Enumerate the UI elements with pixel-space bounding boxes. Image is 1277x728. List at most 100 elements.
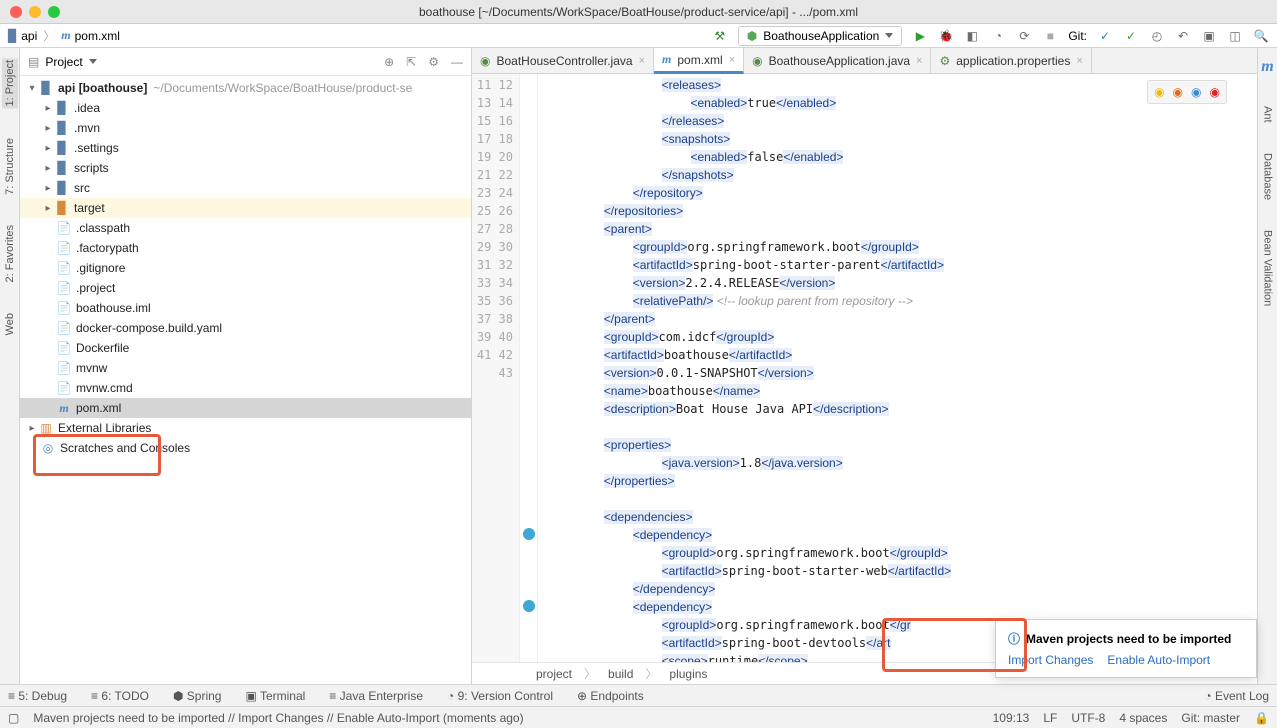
chevron-right-icon[interactable]: ▸ (42, 203, 54, 214)
vcs-update-icon[interactable]: ✓ (1097, 28, 1113, 44)
editor-tab[interactable]: ⚙application.properties× (931, 48, 1091, 73)
status-enc[interactable]: UTF-8 (1071, 711, 1105, 725)
tree-item[interactable]: 📄Dockerfile (20, 338, 471, 358)
close-icon[interactable]: × (729, 54, 735, 66)
bc-project[interactable]: project (536, 667, 572, 681)
tree-item[interactable]: 📄.gitignore (20, 258, 471, 278)
tree-root[interactable]: ▾ ▉ api [boathouse] ~/Documents/WorkSpac… (20, 78, 471, 98)
tree-item[interactable]: 📄mvnw (20, 358, 471, 378)
close-window[interactable] (10, 6, 22, 18)
bc-build[interactable]: build (608, 667, 633, 681)
tab-endpoints[interactable]: ⊕ Endpoints (577, 689, 644, 703)
code-wrap: 11 12 13 14 15 16 17 18 19 20 21 22 23 2… (472, 74, 1257, 662)
tab-spring[interactable]: ⬢ Spring (173, 689, 222, 703)
chevron-right-icon[interactable]: ▸ (42, 163, 54, 174)
tree-item[interactable]: ▸▉src (20, 178, 471, 198)
spring-bean-marker[interactable] (523, 600, 535, 612)
profile-icon[interactable]: ◔ (990, 28, 1006, 44)
hide-icon[interactable]: — (451, 55, 463, 69)
tree-item[interactable]: ▸▉target (20, 198, 471, 218)
tree-item[interactable]: ▸▉.idea (20, 98, 471, 118)
spring-bean-marker[interactable] (523, 528, 535, 540)
editor-tab[interactable]: ◉BoatHouseController.java× (472, 48, 654, 73)
minimize-window[interactable] (29, 6, 41, 18)
expand-icon[interactable]: ◫ (1227, 28, 1243, 44)
tree-item[interactable]: 📄boathouse.iml (20, 298, 471, 318)
tree-item[interactable]: 📄mvnw.cmd (20, 378, 471, 398)
status-git[interactable]: Git: master (1181, 711, 1240, 725)
tab-vcs[interactable]: ◔ 9: Version Control (447, 689, 553, 703)
tab-debug[interactable]: ≡ 5: Debug (8, 689, 67, 703)
tree-item[interactable]: 📄.project (20, 278, 471, 298)
coverage-icon[interactable]: ◧ (964, 28, 980, 44)
chevron-right-icon[interactable]: ▸ (42, 183, 54, 194)
gear-icon[interactable]: ⚙ (428, 55, 439, 69)
lock-icon[interactable]: 🔒 (1254, 711, 1269, 725)
chevron-right-icon[interactable]: ▸ (42, 143, 54, 154)
chevron-down-icon[interactable]: ▾ (26, 83, 38, 94)
tree-item[interactable]: ▸▉.settings (20, 138, 471, 158)
project-label[interactable]: Project (45, 55, 82, 69)
tab-favorites[interactable]: 2: Favorites (4, 225, 16, 282)
code-editor[interactable]: <releases> <enabled>true</enabled> </rel… (538, 74, 1257, 662)
hammer-icon[interactable]: ⚒ (712, 28, 728, 44)
enable-auto-import-link[interactable]: Enable Auto-Import (1107, 653, 1210, 667)
vcs-commit-icon[interactable]: ✓ (1123, 28, 1139, 44)
tab-javaee[interactable]: ≡ Java Enterprise (329, 689, 423, 703)
revert-icon[interactable]: ↶ (1175, 28, 1191, 44)
close-icon[interactable]: × (1076, 55, 1082, 67)
tab-ant[interactable]: Ant (1262, 106, 1274, 123)
tab-todo[interactable]: ≡ 6: TODO (91, 689, 149, 703)
bc-plugins[interactable]: plugins (669, 667, 707, 681)
tab-bean[interactable]: Bean Validation (1262, 230, 1274, 306)
opera-icon[interactable]: ◉ (1210, 85, 1220, 99)
tab-terminal[interactable]: ▣ Terminal (245, 689, 305, 703)
tree-ext-libs[interactable]: ▸ ▥ External Libraries (20, 418, 471, 438)
tab-maven[interactable]: m (1261, 58, 1273, 76)
status-indent[interactable]: 4 spaces (1119, 711, 1167, 725)
chrome-icon[interactable]: ◉ (1154, 85, 1164, 99)
firefox-icon[interactable]: ◉ (1173, 85, 1183, 99)
tree-item[interactable]: 📄docker-compose.build.yaml (20, 318, 471, 338)
locate-icon[interactable]: ⊕ (384, 55, 394, 69)
tab-project[interactable]: 1: Project (2, 58, 18, 108)
import-changes-link[interactable]: Import Changes (1008, 653, 1093, 667)
tree-item[interactable]: 📄.classpath (20, 218, 471, 238)
run-icon[interactable]: ▶ (912, 28, 928, 44)
tab-structure[interactable]: 7: Structure (4, 138, 16, 195)
editor-tab[interactable]: mpom.xml× (654, 48, 744, 74)
tab-database[interactable]: Database (1262, 153, 1274, 200)
collapse-icon[interactable]: ⇱ (406, 55, 416, 69)
tab-eventlog[interactable]: ◔ Event Log (1204, 689, 1269, 703)
editor-tab[interactable]: ◉BoathouseApplication.java× (744, 48, 931, 73)
history-icon[interactable]: ◴ (1149, 28, 1165, 44)
tree-item[interactable]: ▸▉scripts (20, 158, 471, 178)
search-icon[interactable]: 🔍 (1253, 28, 1269, 44)
run-config-dropdown[interactable]: ⬢ BoathouseApplication (738, 26, 903, 46)
notif-title: Maven projects need to be imported (1026, 632, 1231, 646)
debug-icon[interactable]: 🐞 (938, 28, 954, 44)
chevron-right-icon[interactable]: ▸ (42, 103, 54, 114)
ide-icon[interactable]: ▣ (1201, 28, 1217, 44)
tab-web[interactable]: Web (4, 313, 16, 335)
main-area: 1: Project 7: Structure 2: Favorites Web… (0, 48, 1277, 684)
breadcrumb-pom[interactable]: pom.xml (75, 29, 120, 43)
maximize-window[interactable] (48, 6, 60, 18)
chevron-right-icon[interactable]: ▸ (26, 423, 38, 434)
status-le[interactable]: LF (1043, 711, 1057, 725)
file-icon: 📄 (56, 261, 72, 275)
tree-item[interactable]: ▸▉.mvn (20, 118, 471, 138)
attach-icon[interactable]: ⟳ (1016, 28, 1032, 44)
safari-icon[interactable]: ◉ (1191, 85, 1201, 99)
chevron-right-icon[interactable]: ▸ (42, 123, 54, 134)
breadcrumb-api[interactable]: api (21, 29, 37, 43)
status-icon[interactable]: ▢ (8, 711, 19, 725)
stop-icon[interactable]: ■ (1042, 28, 1058, 44)
tree-item[interactable]: 📄.factorypath (20, 238, 471, 258)
tree-scratches[interactable]: ◎ Scratches and Consoles (20, 438, 471, 458)
tree-item[interactable]: mpom.xml (20, 398, 471, 418)
file-icon: 📄 (56, 361, 72, 375)
close-icon[interactable]: × (916, 55, 922, 67)
close-icon[interactable]: × (639, 55, 645, 67)
chevron-down-icon[interactable] (89, 59, 97, 64)
